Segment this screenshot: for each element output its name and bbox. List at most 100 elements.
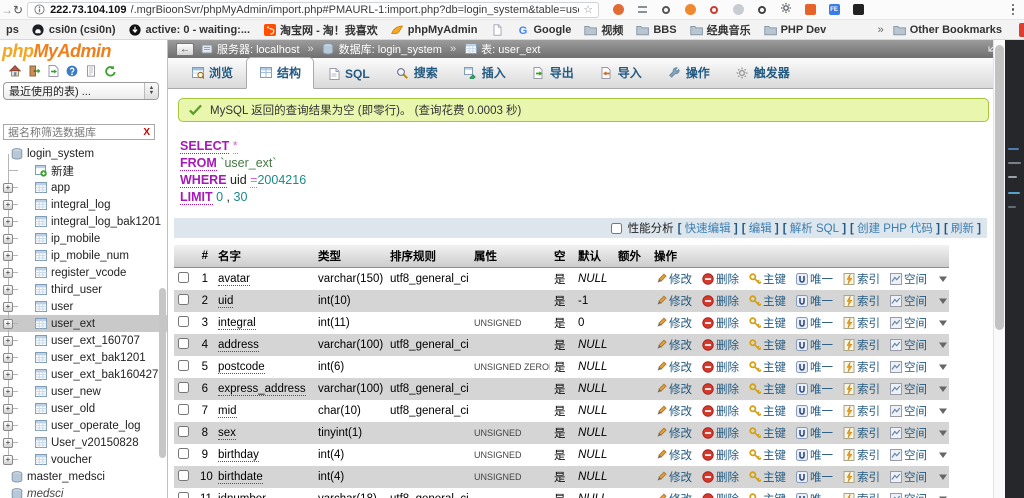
sidebar-item-register_vcode[interactable]: +register_vcode: [0, 264, 167, 281]
sidebar-item-master_medsci[interactable]: master_medsci: [0, 468, 167, 485]
action-more[interactable]: 更多: [936, 469, 949, 485]
recent-tables-select[interactable]: 最近使用的表) ... ▲▼: [3, 82, 159, 100]
sidebar-item-integral_log[interactable]: +integral_log: [0, 196, 167, 213]
bookmark-item[interactable]: PHP Dev: [764, 23, 827, 36]
bookmark-item[interactable]: [490, 23, 503, 36]
action-unique[interactable]: 唯一: [795, 359, 833, 375]
action-more[interactable]: 更多: [936, 425, 949, 441]
extension-icon[interactable]: FE: [827, 3, 841, 17]
profiling-link[interactable]: [ 解析 SQL ]: [783, 220, 846, 236]
row-checkbox[interactable]: [178, 360, 189, 371]
profiling-checkbox[interactable]: [611, 223, 622, 234]
tab-import[interactable]: 导入: [587, 57, 655, 89]
extension-icon[interactable]: [683, 3, 697, 17]
action-more[interactable]: 更多: [936, 271, 949, 287]
action-drop[interactable]: 删除: [701, 359, 739, 375]
profiling-link[interactable]: [ 刷新 ]: [944, 220, 981, 236]
sidebar-item-ip_mobile_num[interactable]: +ip_mobile_num: [0, 247, 167, 264]
sidebar-item-user_old[interactable]: +user_old: [0, 400, 167, 417]
sidebar-item-user_operate_log[interactable]: +user_operate_log: [0, 417, 167, 434]
expand-icon[interactable]: +: [3, 285, 13, 295]
bookmark-item[interactable]: BBS: [636, 23, 676, 36]
sidebar-item-new[interactable]: 新建: [0, 162, 167, 179]
action-more[interactable]: 更多: [936, 315, 949, 331]
action-edit[interactable]: 修改: [654, 337, 692, 353]
reload-icon[interactable]: [103, 65, 116, 78]
action-index[interactable]: 索引: [842, 425, 880, 441]
filter-clear-button[interactable]: X: [143, 127, 150, 138]
sidebar-item-app[interactable]: +app: [0, 179, 167, 196]
bookmark-item[interactable]: csi0n (csi0n): [32, 23, 116, 36]
action-unique[interactable]: 唯一: [795, 491, 833, 498]
expand-icon[interactable]: +: [3, 421, 13, 431]
expand-icon[interactable]: +: [3, 319, 13, 329]
bookmark-item[interactable]: 视频: [584, 22, 623, 38]
tab-search[interactable]: 搜索: [383, 57, 451, 89]
action-spatial[interactable]: 空间: [889, 403, 927, 419]
action-index[interactable]: 索引: [842, 271, 880, 287]
action-unique[interactable]: 唯一: [795, 447, 833, 463]
action-primary[interactable]: 主键: [748, 315, 786, 331]
main-scrollbar-thumb[interactable]: [995, 45, 1004, 330]
action-spatial[interactable]: 空间: [889, 271, 927, 287]
expand-icon[interactable]: +: [3, 251, 13, 261]
sidebar-item-user[interactable]: +user: [0, 298, 167, 315]
sidebar-item-user_ext_160707[interactable]: +user_ext_160707: [0, 332, 167, 349]
bookmark-star-icon[interactable]: ☆: [583, 3, 593, 16]
extension-icon[interactable]: [755, 3, 769, 17]
expand-icon[interactable]: +: [3, 268, 13, 278]
logout-icon[interactable]: [27, 65, 40, 78]
action-drop[interactable]: 删除: [701, 403, 739, 419]
action-drop[interactable]: 删除: [701, 469, 739, 485]
row-checkbox[interactable]: [178, 426, 189, 437]
bookmark-item[interactable]: GGoogle: [516, 23, 571, 36]
column-header[interactable]: 属性: [470, 245, 550, 268]
sidebar-item-User_v20150828[interactable]: +User_v20150828: [0, 434, 167, 451]
expand-icon[interactable]: +: [3, 302, 13, 312]
bookmarks-overflow-icon[interactable]: »: [878, 24, 884, 36]
row-checkbox[interactable]: [178, 448, 189, 459]
action-spatial[interactable]: 空间: [889, 359, 927, 375]
home-icon[interactable]: [8, 65, 21, 78]
sidebar-scrollbar[interactable]: [159, 288, 166, 458]
action-drop[interactable]: 删除: [701, 447, 739, 463]
expand-icon[interactable]: +: [3, 455, 13, 465]
action-spatial[interactable]: 空间: [889, 469, 927, 485]
action-primary[interactable]: 主键: [748, 293, 786, 309]
extension-icon[interactable]: [707, 3, 721, 17]
expand-icon[interactable]: +: [3, 183, 13, 193]
action-primary[interactable]: 主键: [748, 447, 786, 463]
action-edit[interactable]: 修改: [654, 403, 692, 419]
bookmark-item[interactable]: 淘宝网 - 淘！我喜欢: [263, 22, 378, 38]
row-checkbox[interactable]: [178, 404, 189, 415]
action-index[interactable]: 索引: [842, 359, 880, 375]
sidebar-item-medsci[interactable]: medsci: [0, 485, 167, 498]
action-primary[interactable]: 主键: [748, 271, 786, 287]
action-primary[interactable]: 主键: [748, 337, 786, 353]
action-more[interactable]: 更多: [936, 381, 949, 397]
sidebar-item-user_new[interactable]: +user_new: [0, 383, 167, 400]
expand-icon[interactable]: +: [3, 404, 13, 414]
action-unique[interactable]: 唯一: [795, 403, 833, 419]
expand-icon[interactable]: +: [3, 200, 13, 210]
action-spatial[interactable]: 空间: [889, 315, 927, 331]
row-checkbox[interactable]: [178, 470, 189, 481]
extension-icon[interactable]: [635, 3, 649, 17]
tab-browse[interactable]: 浏览: [178, 57, 246, 89]
bookmark-item[interactable]: phpMyAdmin: [391, 23, 478, 36]
action-index[interactable]: 索引: [842, 447, 880, 463]
sidebar-item-voucher[interactable]: +voucher: [0, 451, 167, 468]
action-spatial[interactable]: 空间: [889, 425, 927, 441]
bookmark-item[interactable]: 经典音乐: [690, 22, 751, 38]
profiling-link[interactable]: [ 编辑 ]: [742, 220, 779, 236]
row-checkbox[interactable]: [178, 272, 189, 283]
expand-icon[interactable]: +: [3, 370, 13, 380]
action-drop[interactable]: 删除: [701, 271, 739, 287]
action-primary[interactable]: 主键: [748, 425, 786, 441]
query-window-icon[interactable]: [46, 65, 59, 78]
action-spatial[interactable]: 空间: [889, 293, 927, 309]
reload-button[interactable]: ↻: [13, 3, 23, 17]
expand-icon[interactable]: +: [3, 234, 13, 244]
row-checkbox[interactable]: [178, 316, 189, 327]
action-edit[interactable]: 修改: [654, 271, 692, 287]
